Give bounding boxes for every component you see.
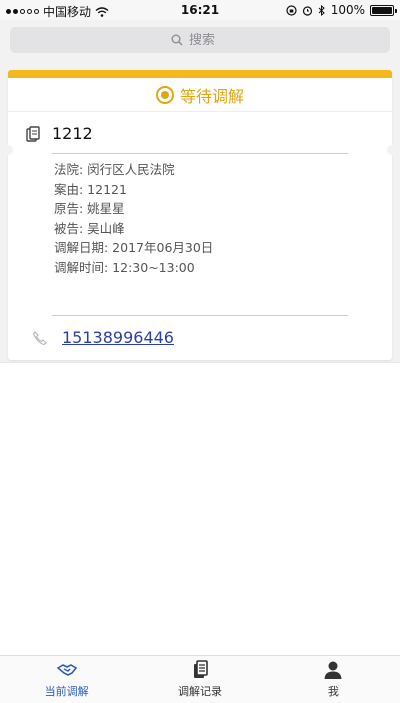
tab-label: 当前调解 [44,685,89,698]
handshake-icon [56,664,77,676]
alarm-icon [302,5,312,16]
search-bar [0,20,400,60]
case-details: 法院: 闵行区人民法院 案由: 12121 原告: 姚星星 被告: 吴山峰 调解… [54,160,213,277]
case-id: 1212 [52,124,93,143]
search-input[interactable] [189,32,229,48]
case-header: 1212 [26,124,93,143]
bluetooth-icon [318,4,325,16]
search-box[interactable] [10,27,390,53]
tab-mediation-records[interactable]: 调解记录 [133,656,266,703]
status-bar: 中国移动 16:21 100% [0,0,400,20]
mediation-time-row: 调解时间: 12:30~13:00 [54,259,195,275]
phone-icon [32,330,47,345]
status-label: 等待调解 [179,86,244,106]
tab-bar: 当前调解 调解记录 我 [0,655,400,703]
battery-fill [372,6,392,14]
tab-me[interactable]: 我 [267,656,400,703]
phone-number-link[interactable]: 15138996446 [62,328,174,347]
content-gap [0,60,400,70]
card-notch-left [3,145,13,155]
mediation-date-row: 调解日期: 2017年06月30日 [54,240,214,255]
person-icon [324,661,342,679]
mediation-card[interactable]: 等待调解 1212 法院: 闵行区人民法院 案由: 12121 原告: 姚星星 … [3,70,397,360]
orientation-lock-icon [286,4,297,16]
defendant-row: 被告: 吴山峰 [54,220,125,236]
battery-percent: 100% [330,3,365,17]
mediation-status: 等待调解 [8,78,392,112]
plaintiff-row: 原告: 姚星星 [54,201,125,216]
document-icon [26,125,40,142]
card-notch-right [387,145,397,155]
phone-row: 15138996446 [32,328,174,347]
status-right: 100% [286,3,397,17]
list-end-divider [0,362,400,363]
cause-row: 案由: 12121 [54,181,127,197]
court-row: 法院: 闵行区人民法院 [54,162,175,177]
divider [52,315,348,316]
tab-current-mediation[interactable]: 当前调解 [0,656,133,703]
mediation-list: 等待调解 1212 法院: 闵行区人民法院 案由: 12121 原告: 姚星星 … [0,70,400,362]
battery-icon [370,4,397,16]
search-icon [171,34,183,46]
divider [52,153,348,154]
documents-icon [193,660,208,678]
card-accent-bar [8,70,392,78]
tab-label: 我 [327,685,339,698]
pending-status-icon [155,85,174,104]
tab-label: 调解记录 [177,685,222,698]
